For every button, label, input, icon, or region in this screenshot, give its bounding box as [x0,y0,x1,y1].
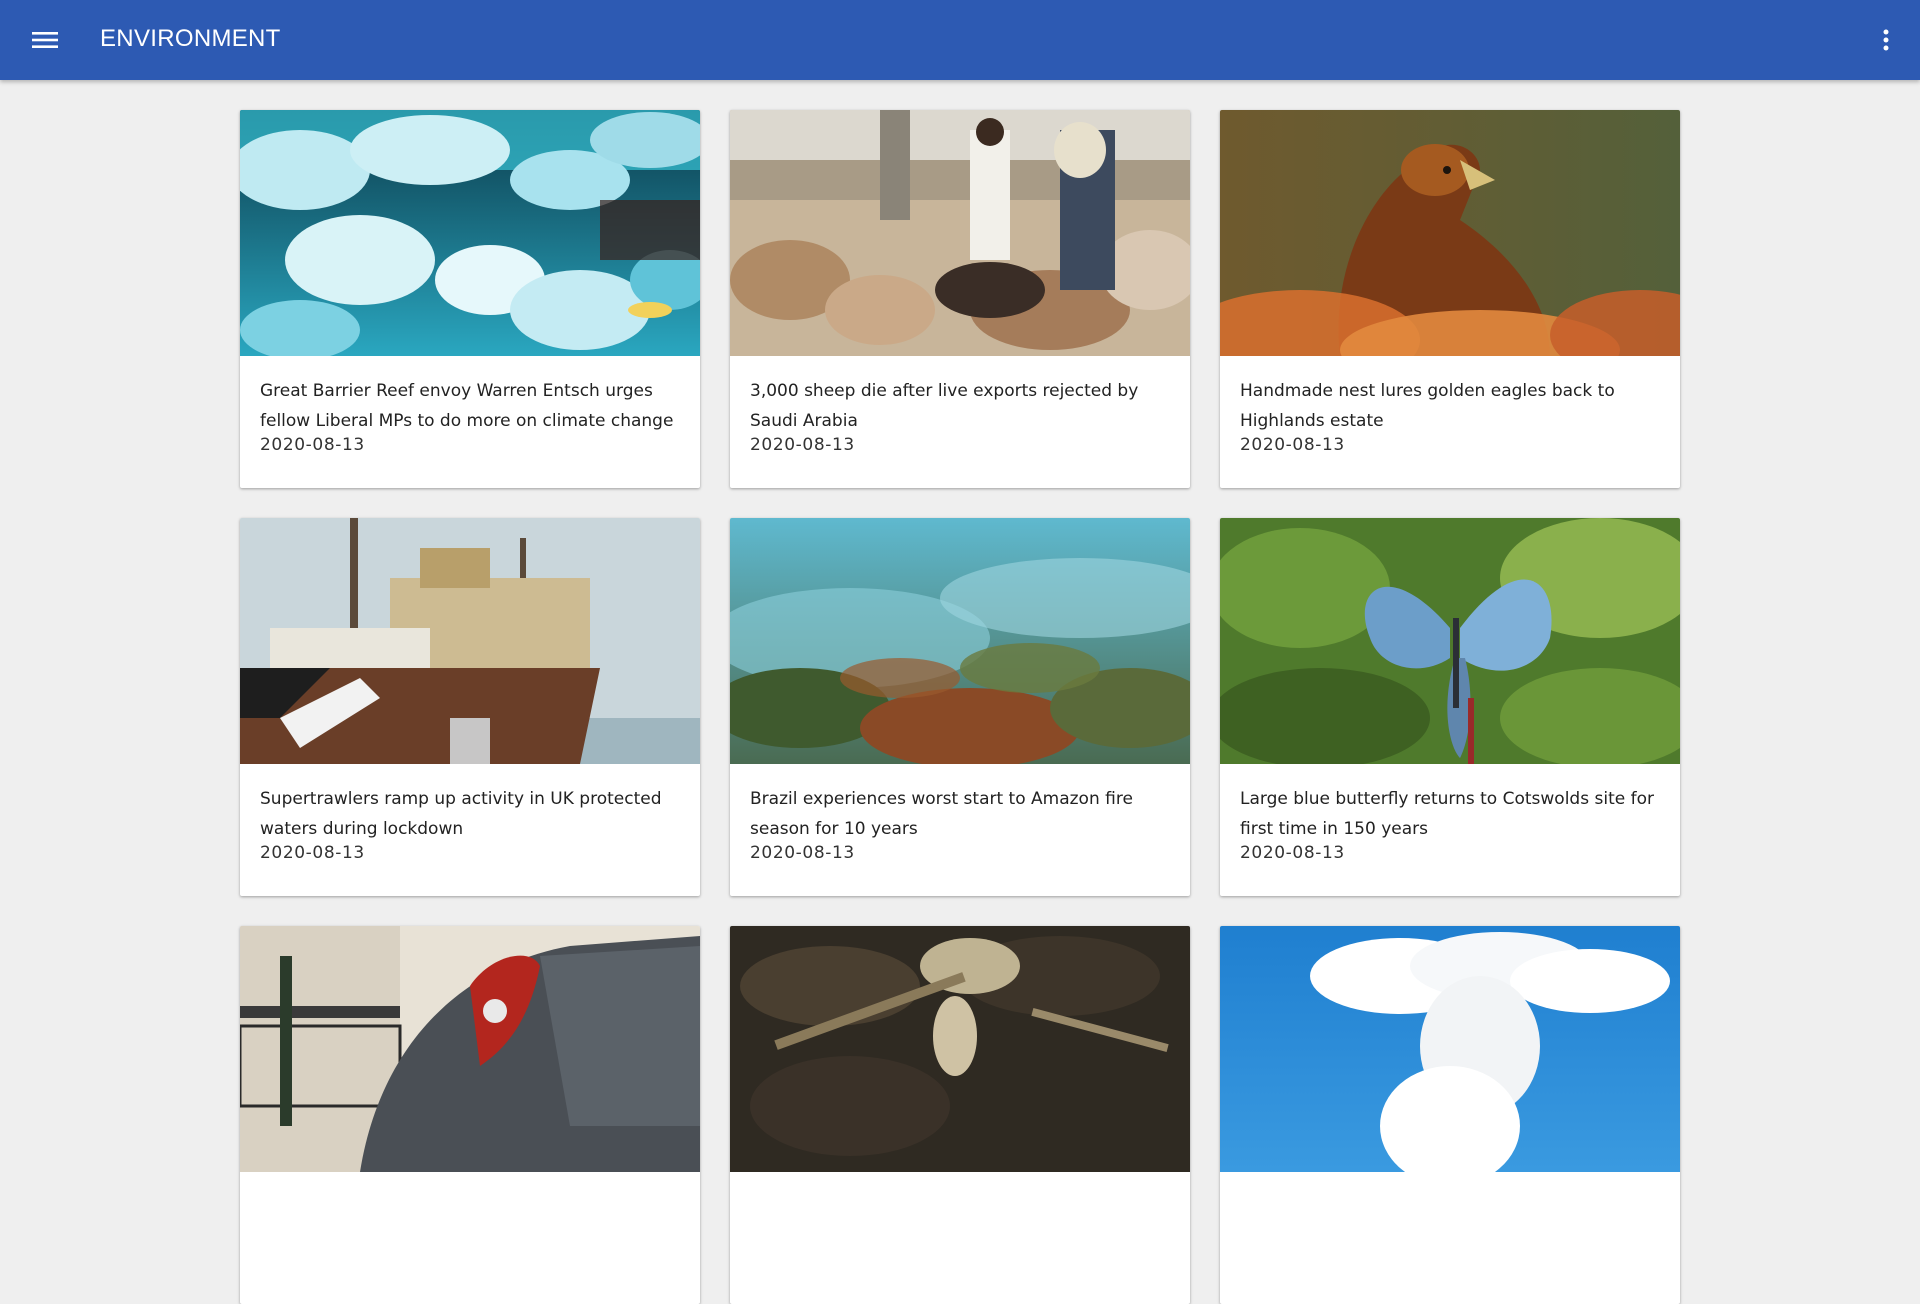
article-card[interactable]: 3,000 sheep die after live exports rejec… [730,110,1190,488]
article-date: 2020-08-13 [1240,435,1345,455]
article-title: Large blue butterfly returns to Cotswold… [1240,789,1654,839]
article-image-butterfly [1220,518,1680,764]
article-image-sheep-market [730,110,1190,356]
page-title: ENVIRONMENT [100,25,281,52]
article-title: Great Barrier Reef envoy Warren Entsch u… [260,381,674,431]
article-date: 2020-08-13 [260,843,365,863]
article-card[interactable] [730,926,1190,1304]
article-image-golden-eagle [1220,110,1680,356]
hamburger-menu-icon [32,32,58,48]
article-grid: Great Barrier Reef envoy Warren Entsch u… [240,110,1680,1304]
more-options-button[interactable] [1866,20,1906,60]
article-title: Supertrawlers ramp up activity in UK pro… [260,789,662,839]
article-card[interactable]: Brazil experiences worst start to Amazon… [730,518,1190,896]
article-date: 2020-08-13 [1240,843,1345,863]
article-date: 2020-08-13 [260,435,365,455]
article-card[interactable]: Great Barrier Reef envoy Warren Entsch u… [240,110,700,488]
more-vertical-icon [1883,29,1889,51]
article-card[interactable]: Supertrawlers ramp up activity in UK pro… [240,518,700,896]
article-date: 2020-08-13 [750,435,855,455]
menu-button[interactable] [25,20,65,60]
article-date: 2020-08-13 [750,843,855,863]
article-image-forest-fire [730,518,1190,764]
article-title: 3,000 sheep die after live exports rejec… [750,381,1139,431]
article-title: Handmade nest lures golden eagles back t… [1240,381,1615,431]
article-image-cloud [1220,926,1680,1172]
article-card[interactable]: Handmade nest lures golden eagles back t… [1220,110,1680,488]
article-card[interactable]: Large blue butterfly returns to Cotswold… [1220,518,1680,896]
article-card[interactable] [1220,926,1680,1304]
article-image-car [240,926,700,1172]
app-bar: ENVIRONMENT [0,0,1920,80]
article-card[interactable] [240,926,700,1304]
article-image-trawler [240,518,700,764]
article-image-forest-floor [730,926,1190,1172]
article-image-coral-reef [240,110,700,356]
article-title: Brazil experiences worst start to Amazon… [750,789,1133,839]
